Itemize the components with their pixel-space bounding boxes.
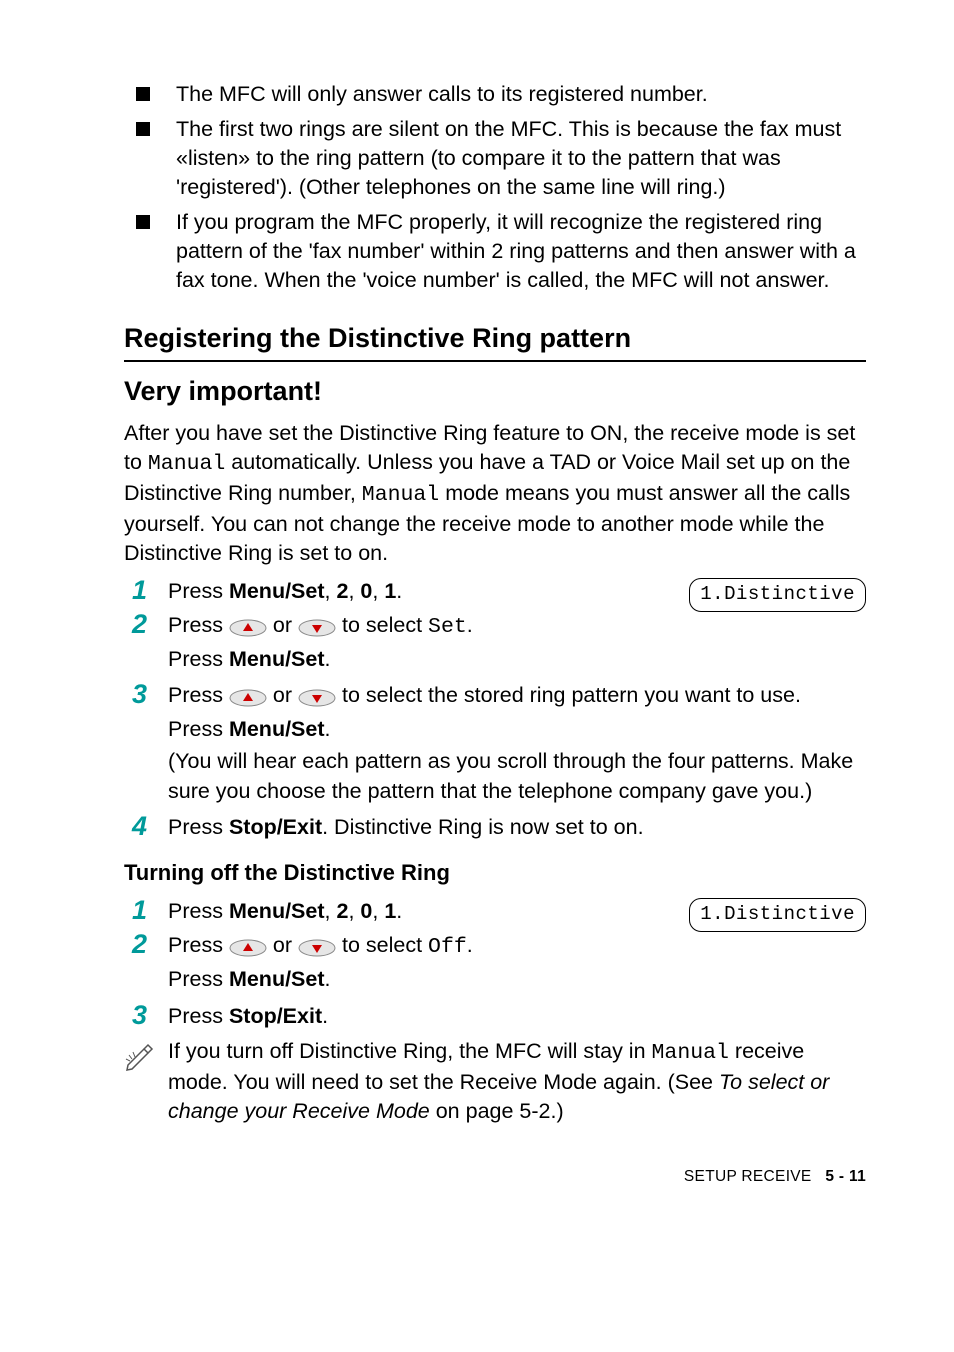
key-label: Stop/Exit — [229, 815, 322, 839]
footer-label: SETUP RECEIVE — [684, 1168, 812, 1185]
key-label: Menu/Set — [229, 647, 325, 671]
note-body: If you turn off Distinctive Ring, the MF… — [168, 1037, 866, 1126]
lcd-display: 1.Distinctive — [689, 578, 866, 612]
step-number: 1 — [124, 576, 168, 606]
mono-text: Set — [428, 615, 467, 639]
bullet-item: The first two rings are silent on the MF… — [124, 115, 866, 202]
step-number: 2 — [124, 610, 168, 640]
text: to select the stored ring pattern you wa… — [342, 683, 801, 707]
text: Press — [168, 579, 229, 603]
key-label: Stop/Exit — [229, 1004, 322, 1028]
text: Press — [168, 967, 229, 991]
text: . — [325, 717, 331, 741]
step-number: 1 — [124, 896, 168, 926]
text: Press — [168, 815, 229, 839]
mono-text: Manual — [362, 483, 439, 507]
up-arrow-button-icon — [229, 682, 267, 712]
square-bullet-icon — [136, 87, 150, 101]
intro-paragraph: After you have set the Distinctive Ring … — [124, 419, 866, 568]
text: , — [372, 899, 384, 923]
text: , — [372, 579, 384, 603]
text: , — [348, 899, 360, 923]
key-label: 1 — [384, 899, 396, 923]
bullet-text: If you program the MFC properly, it will… — [176, 208, 866, 295]
bullet-text: The first two rings are silent on the MF… — [176, 115, 866, 202]
bullet-list: The MFC will only answer calls to its re… — [124, 80, 866, 295]
key-label: Menu/Set — [229, 967, 325, 991]
lcd-display: 1.Distinctive — [689, 898, 866, 932]
text: . — [467, 933, 473, 957]
text: . — [467, 613, 473, 637]
text: If you turn off Distinctive Ring, the MF… — [168, 1039, 652, 1063]
key-label: 2 — [336, 579, 348, 603]
key-label: 0 — [360, 899, 372, 923]
text: on page 5-2.) — [430, 1099, 564, 1123]
sub-heading: Very important! — [124, 376, 866, 407]
text: Press — [168, 933, 229, 957]
step-number: 3 — [124, 1001, 168, 1031]
step-body: Press Stop/Exit. — [168, 1001, 866, 1031]
text: or — [273, 613, 298, 637]
text: . — [396, 579, 402, 603]
step-body: Press or to select Off. Press Menu/Set. — [168, 930, 866, 996]
step-row: 2 Press or to select Set. Press Menu/Set… — [124, 610, 866, 676]
text: or — [273, 933, 298, 957]
key-label: 1 — [384, 579, 396, 603]
text: Press — [168, 717, 229, 741]
text: , — [325, 899, 337, 923]
text: . — [396, 899, 402, 923]
text: to select — [342, 613, 428, 637]
text: . — [325, 967, 331, 991]
page-number: 5 - 11 — [825, 1168, 866, 1185]
step-body: Press Stop/Exit. Distinctive Ring is now… — [168, 812, 866, 842]
square-bullet-icon — [136, 122, 150, 136]
text: , — [348, 579, 360, 603]
text: . — [322, 1004, 328, 1028]
step-row: 1 Press Menu/Set, 2, 0, 1. 1.Distinctive — [124, 576, 866, 606]
text: . Distinctive Ring is now set to on. — [322, 815, 643, 839]
text: Press — [168, 899, 229, 923]
key-label: Menu/Set — [229, 717, 325, 741]
mono-text: Manual — [148, 452, 225, 476]
text: Press — [168, 647, 229, 671]
text: Press — [168, 1004, 229, 1028]
text: , — [325, 579, 337, 603]
step-number: 4 — [124, 812, 168, 842]
mono-text: Manual — [652, 1041, 729, 1065]
text: to select — [342, 933, 428, 957]
text: or — [273, 683, 298, 707]
text: Press — [168, 613, 229, 637]
step-row: 2 Press or to select Off. Press Menu/Set… — [124, 930, 866, 996]
up-arrow-button-icon — [229, 612, 267, 642]
step-row: 4 Press Stop/Exit. Distinctive Ring is n… — [124, 812, 866, 842]
key-label: Menu/Set — [229, 899, 325, 923]
step-row: 1 Press Menu/Set, 2, 0, 1. 1.Distinctive — [124, 896, 866, 926]
mono-text: Off — [428, 935, 467, 959]
key-label: 2 — [336, 899, 348, 923]
down-arrow-button-icon — [298, 682, 336, 712]
step-body: Press or to select Set. Press Menu/Set. — [168, 610, 866, 676]
bullet-text: The MFC will only answer calls to its re… — [176, 80, 866, 109]
up-arrow-button-icon — [229, 932, 267, 962]
key-label: Menu/Set — [229, 579, 325, 603]
bullet-item: The MFC will only answer calls to its re… — [124, 80, 866, 109]
down-arrow-button-icon — [298, 932, 336, 962]
page-footer: SETUP RECEIVE 5 - 11 — [124, 1168, 866, 1186]
text: Press — [168, 683, 229, 707]
step-number: 2 — [124, 930, 168, 960]
text: . — [325, 647, 331, 671]
square-bullet-icon — [136, 215, 150, 229]
step-row: 3 Press Stop/Exit. — [124, 1001, 866, 1031]
note-row: If you turn off Distinctive Ring, the MF… — [124, 1037, 866, 1126]
step-body: Press or to select the stored ring patte… — [168, 680, 866, 808]
step-row: 3 Press or to select the stored ring pat… — [124, 680, 866, 808]
minor-heading: Turning off the Distinctive Ring — [124, 860, 866, 886]
step-number: 3 — [124, 680, 168, 710]
key-label: 0 — [360, 579, 372, 603]
note-icon — [124, 1037, 160, 1079]
section-heading: Registering the Distinctive Ring pattern — [124, 323, 866, 362]
down-arrow-button-icon — [298, 612, 336, 642]
step-note: (You will hear each pattern as you scrol… — [168, 746, 866, 806]
bullet-item: If you program the MFC properly, it will… — [124, 208, 866, 295]
